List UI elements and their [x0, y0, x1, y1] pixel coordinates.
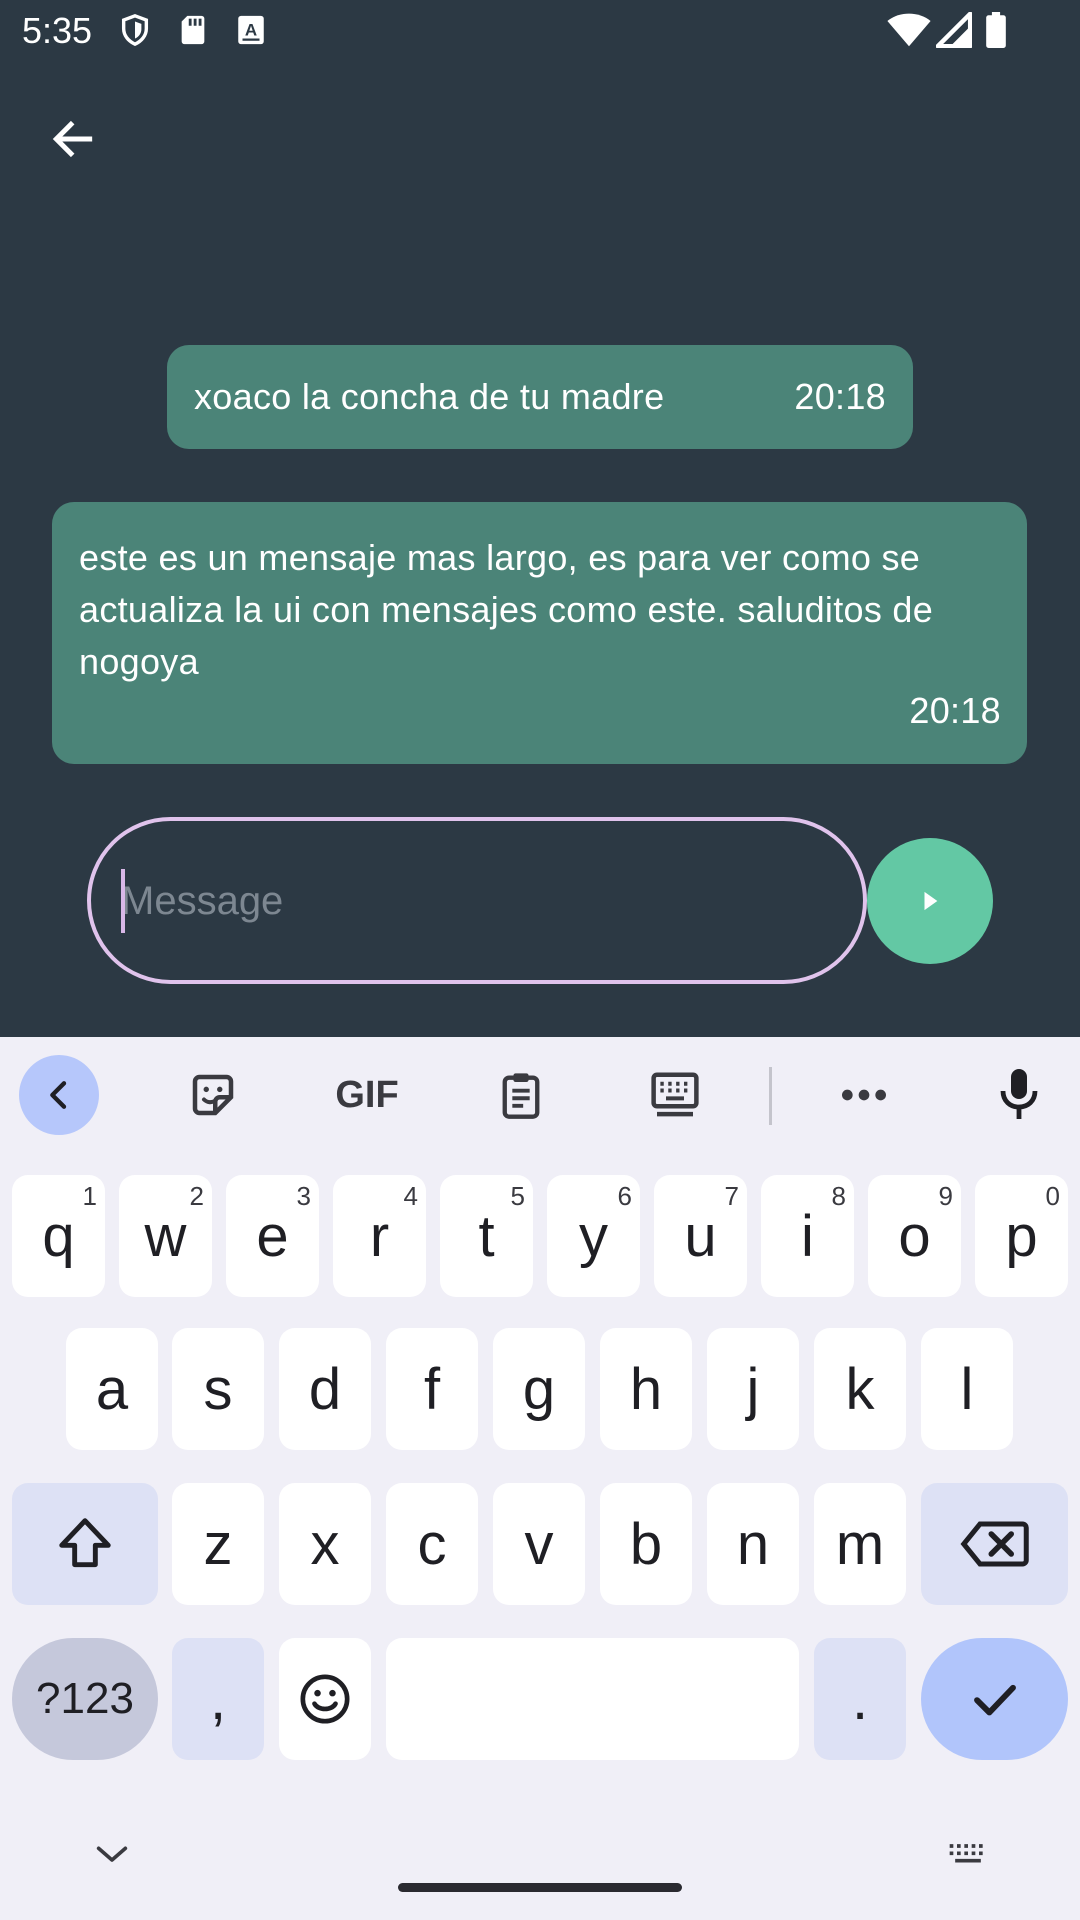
key-t[interactable]: t5 [440, 1175, 533, 1297]
gif-icon: GIF [335, 1073, 399, 1116]
send-icon [924, 891, 938, 911]
symbols-key[interactable]: ?123 [12, 1638, 158, 1760]
backspace-key[interactable] [921, 1483, 1068, 1605]
voice-input-button[interactable] [979, 1055, 1059, 1135]
key-g[interactable]: g [493, 1328, 585, 1450]
key-z[interactable]: z [172, 1483, 264, 1605]
back-button[interactable] [40, 106, 106, 172]
arrow-left-icon [52, 120, 93, 158]
message-time: 20:18 [909, 690, 1001, 731]
key-r[interactable]: r4 [333, 1175, 426, 1297]
more-button[interactable] [824, 1055, 904, 1135]
sticker-button[interactable] [173, 1055, 253, 1135]
key-l[interactable]: l [921, 1328, 1013, 1450]
message-text: xoaco la concha de tu madre [194, 376, 665, 417]
key-x[interactable]: x [279, 1483, 371, 1605]
emoji-icon [300, 1674, 350, 1724]
key-k[interactable]: k [814, 1328, 906, 1450]
message-composer [87, 817, 867, 984]
period-key[interactable]: . [814, 1638, 906, 1760]
key-d[interactable]: d [279, 1328, 371, 1450]
key-f[interactable]: f [386, 1328, 478, 1450]
send-button[interactable] [867, 838, 993, 964]
toolbar-divider [769, 1067, 772, 1125]
more-icon [842, 1089, 886, 1101]
key-w[interactable]: w2 [119, 1175, 212, 1297]
clipboard-button[interactable] [481, 1055, 561, 1135]
emoji-key[interactable] [279, 1638, 371, 1760]
key-o[interactable]: o9 [868, 1175, 961, 1297]
keyboard-settings-icon [651, 1072, 699, 1117]
key-v[interactable]: v [493, 1483, 585, 1605]
shield-icon [121, 14, 149, 47]
chevron-left-icon [50, 1081, 67, 1109]
hide-keyboard-button[interactable] [92, 1840, 132, 1875]
key-y[interactable]: y6 [547, 1175, 640, 1297]
key-e[interactable]: e3 [226, 1175, 319, 1297]
svg-text:A: A [245, 21, 257, 40]
keyboard: GIF q 1 w 2 e 3 r 4 t 5 y 6 u 7 i 8 o 9 … [0, 1037, 1080, 1920]
gif-button[interactable]: GIF [326, 1055, 408, 1135]
microphone-icon [1000, 1069, 1038, 1119]
backspace-icon [960, 1521, 1029, 1567]
key-a[interactable]: a [66, 1328, 158, 1450]
key-u[interactable]: u7 [654, 1175, 747, 1297]
key-i[interactable]: i8 [761, 1175, 854, 1297]
message-time: 20:18 [794, 376, 886, 417]
sticker-icon [192, 1074, 234, 1116]
comma-key[interactable]: , [172, 1638, 264, 1760]
collapse-toolbar-button[interactable] [19, 1055, 99, 1135]
key-m[interactable]: m [814, 1483, 906, 1605]
message-bubble[interactable]: este es un mensaje mas largo, es para ve… [52, 502, 1027, 764]
key-c[interactable]: c [386, 1483, 478, 1605]
message-bubble[interactable]: xoaco la concha de tu madre 20:18 [167, 345, 913, 449]
key-h[interactable]: h [600, 1328, 692, 1450]
key-n[interactable]: n [707, 1483, 799, 1605]
text-caret [121, 869, 125, 933]
sd-card-icon [181, 15, 205, 45]
wifi-icon [887, 13, 931, 47]
shift-key[interactable] [12, 1483, 158, 1605]
enter-key[interactable] [921, 1638, 1068, 1760]
shift-icon [59, 1518, 111, 1568]
message-input[interactable] [121, 861, 821, 941]
key-q[interactable]: q1 [12, 1175, 105, 1297]
home-indicator[interactable] [398, 1883, 682, 1892]
key-b[interactable]: b [600, 1483, 692, 1605]
keyboard-a-icon: A [238, 15, 264, 45]
clipboard-icon [502, 1073, 540, 1119]
keyboard-toolbar: GIF [0, 1037, 1080, 1152]
space-key[interactable] [386, 1638, 799, 1760]
keyboard-settings-button[interactable] [635, 1055, 715, 1135]
status-time: 5:35 [22, 10, 93, 51]
chevron-down-icon [96, 1846, 128, 1862]
keyboard-icon [949, 1844, 983, 1863]
keyboard-switch-button[interactable] [946, 1840, 990, 1879]
key-p[interactable]: p0 [975, 1175, 1068, 1297]
key-j[interactable]: j [707, 1328, 799, 1450]
message-text: este es un mensaje mas largo, es para ve… [79, 537, 934, 682]
battery-icon [986, 12, 1006, 48]
checkmark-icon [973, 1684, 1016, 1716]
status-bar: 5:35 A [0, 0, 1080, 62]
signal-icon [936, 12, 972, 48]
key-s[interactable]: s [172, 1328, 264, 1450]
